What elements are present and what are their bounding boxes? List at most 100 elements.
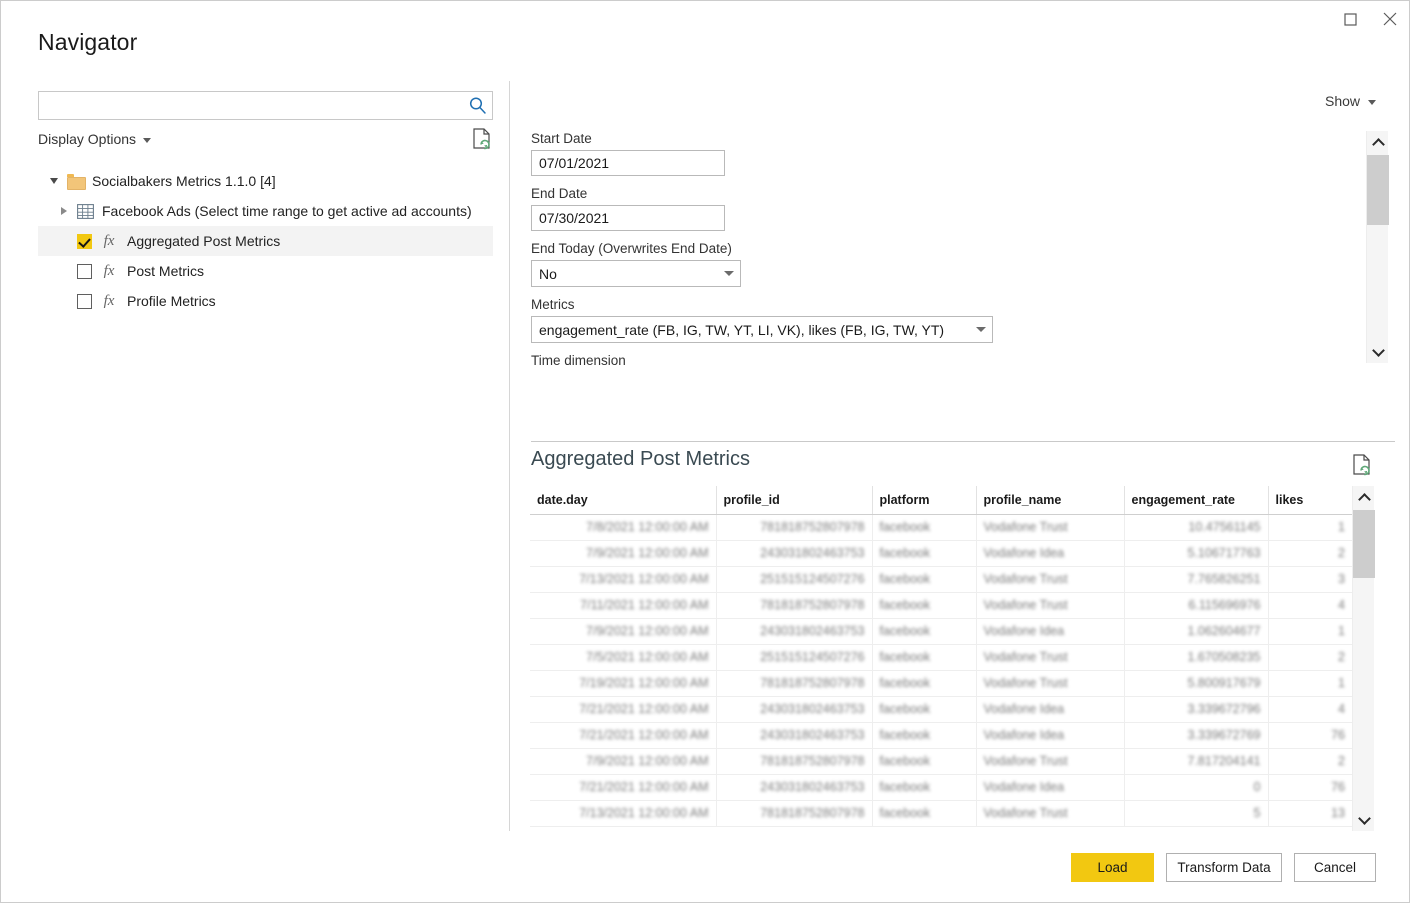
table-cell: 4 xyxy=(1268,696,1352,723)
chevron-down-icon xyxy=(718,271,740,276)
table-row[interactable]: 7/5/2021 12:00:00 AM 251515124507276 faceb… xyxy=(530,644,1352,671)
column-header-likes[interactable]: likes xyxy=(1268,486,1352,515)
table-cell: facebook xyxy=(872,618,977,645)
end-date-group: End Date xyxy=(531,186,1367,231)
table-cell: 781818752807978 xyxy=(716,592,873,619)
parameters-form: Start Date End Date End Today (Overwrite… xyxy=(531,131,1367,371)
scroll-up-button[interactable] xyxy=(1367,131,1389,153)
table-cell: 0 xyxy=(1124,774,1269,801)
preview-table-body: 7/8/2021 12:00:00 AM 781818752807978 faceb… xyxy=(530,514,1352,827)
table-cell: 1.062604677 xyxy=(1124,618,1269,645)
preview-refresh-document-icon[interactable] xyxy=(1351,453,1373,477)
table-row[interactable]: 7/8/2021 12:00:00 AM 781818752807978 faceb… xyxy=(530,514,1352,541)
chevron-collapsed-icon[interactable] xyxy=(56,203,72,219)
maximize-icon xyxy=(1343,12,1357,26)
table-cell: 243031802463753 xyxy=(716,774,873,801)
start-date-group: Start Date xyxy=(531,131,1367,176)
tree-item-aggregated-post-metrics[interactable]: fx Aggregated Post Metrics xyxy=(38,226,493,256)
start-date-label: Start Date xyxy=(531,131,592,146)
tree-item-facebook-ads[interactable]: Facebook Ads (Select time range to get a… xyxy=(38,196,493,226)
cancel-button[interactable]: Cancel xyxy=(1294,853,1376,882)
table-cell: Vodafone Trust xyxy=(976,592,1125,619)
metrics-value: engagement_rate (FB, IG, TW, YT, LI, VK)… xyxy=(539,321,945,338)
tree-item-post-metrics[interactable]: fx Post Metrics xyxy=(38,256,493,286)
table-cell: 781818752807978 xyxy=(716,800,873,827)
tree-item-label: Profile Metrics xyxy=(127,293,216,309)
end-today-select[interactable]: No xyxy=(531,260,741,287)
tree-item-profile-metrics[interactable]: fx Profile Metrics xyxy=(38,286,493,316)
table-grid-icon xyxy=(77,203,94,219)
table-row[interactable]: 7/11/2021 12:00:00 AM 781818752807978 face… xyxy=(530,592,1352,619)
column-header-date-day[interactable]: date.day xyxy=(530,486,717,515)
metrics-select[interactable]: engagement_rate (FB, IG, TW, YT, LI, VK)… xyxy=(531,316,993,343)
refresh-document-icon[interactable] xyxy=(471,127,493,151)
table-cell: 2 xyxy=(1268,748,1352,775)
table-row[interactable]: 7/9/2021 12:00:00 AM 781818752807978 faceb… xyxy=(530,748,1352,775)
end-date-input[interactable] xyxy=(531,205,725,231)
table-row[interactable]: 7/13/2021 12:00:00 AM 251515124507276 face… xyxy=(530,566,1352,593)
checkbox-aggregated-post-metrics[interactable] xyxy=(77,233,92,249)
column-header-profile-id[interactable]: profile_id xyxy=(716,486,873,515)
left-panel: Display Options Socialbakers Metrics 1.1… xyxy=(1,73,509,833)
checkbox-post-metrics[interactable] xyxy=(77,263,92,279)
table-row[interactable]: 7/21/2021 12:00:00 AM 243031802463753 face… xyxy=(530,722,1352,749)
close-button[interactable] xyxy=(1373,5,1407,33)
parameters-scrollbar[interactable] xyxy=(1366,131,1389,363)
table-cell: Vodafone Trust xyxy=(976,566,1125,593)
search-icon[interactable] xyxy=(462,92,492,119)
table-cell: Vodafone Trust xyxy=(976,514,1125,541)
table-row[interactable]: 7/19/2021 12:00:00 AM 781818752807978 face… xyxy=(530,670,1352,697)
load-button[interactable]: Load xyxy=(1071,853,1154,882)
table-cell: 5 xyxy=(1124,800,1269,827)
maximize-button[interactable] xyxy=(1333,5,1367,33)
scrollbar-thumb[interactable] xyxy=(1353,510,1375,578)
scrollbar-thumb[interactable] xyxy=(1367,155,1389,225)
fx-icon: fx xyxy=(103,262,115,279)
page-title: Navigator xyxy=(38,29,138,55)
table-cell: 13 xyxy=(1268,800,1352,827)
table-cell: 7/21/2021 12:00:00 AM xyxy=(530,722,717,749)
table-cell: facebook xyxy=(872,566,977,593)
table-row[interactable]: 7/21/2021 12:00:00 AM 243031802463753 face… xyxy=(530,774,1352,801)
table-cell: facebook xyxy=(872,748,977,775)
table-row[interactable]: 7/9/2021 12:00:00 AM 243031802463753 faceb… xyxy=(530,618,1352,645)
table-cell: 3.339672796 xyxy=(1124,696,1269,723)
column-header-profile-name[interactable]: profile_name xyxy=(976,486,1125,515)
table-cell: 76 xyxy=(1268,774,1352,801)
table-cell: 781818752807978 xyxy=(716,670,873,697)
table-cell: 2 xyxy=(1268,540,1352,567)
scroll-down-button[interactable] xyxy=(1353,809,1375,831)
table-row[interactable]: 7/13/2021 12:00:00 AM 781818752807978 face… xyxy=(530,800,1352,827)
checkbox-profile-metrics[interactable] xyxy=(77,293,92,309)
navigator-tree: Socialbakers Metrics 1.1.0 [4] Facebook … xyxy=(38,166,493,316)
table-cell: 7.765826251 xyxy=(1124,566,1269,593)
table-row[interactable]: 7/9/2021 12:00:00 AM 243031802463753 faceb… xyxy=(530,540,1352,567)
tree-item-label: Aggregated Post Metrics xyxy=(127,233,281,249)
transform-data-button[interactable]: Transform Data xyxy=(1166,853,1282,882)
table-cell: 251515124507276 xyxy=(716,566,873,593)
end-today-value: No xyxy=(539,265,557,282)
scroll-up-button[interactable] xyxy=(1353,486,1375,508)
table-cell: 1.670508235 xyxy=(1124,644,1269,671)
column-header-platform[interactable]: platform xyxy=(872,486,977,515)
scroll-down-button[interactable] xyxy=(1367,341,1389,363)
preview-table-scrollbar[interactable] xyxy=(1352,486,1375,831)
chevron-expanded-icon[interactable] xyxy=(46,173,62,189)
table-row[interactable]: 7/21/2021 12:00:00 AM 243031802463753 face… xyxy=(530,696,1352,723)
fx-icon: fx xyxy=(103,232,115,249)
show-dropdown[interactable]: Show xyxy=(1325,93,1377,109)
right-panel: Show Start Date End Date End Today (Over… xyxy=(510,73,1409,833)
start-date-input[interactable] xyxy=(531,150,725,176)
table-cell: 5.800917679 xyxy=(1124,670,1269,697)
table-cell: 7/13/2021 12:00:00 AM xyxy=(530,566,717,593)
table-cell: facebook xyxy=(872,696,977,723)
table-cell: Vodafone Idea xyxy=(976,774,1125,801)
column-header-engagement-rate[interactable]: engagement_rate xyxy=(1124,486,1269,515)
search-box[interactable] xyxy=(38,91,493,120)
search-input[interactable] xyxy=(39,92,462,119)
table-cell: Vodafone Trust xyxy=(976,644,1125,671)
display-options-dropdown[interactable]: Display Options xyxy=(38,131,152,147)
tree-item-socialbakers-metrics[interactable]: Socialbakers Metrics 1.1.0 [4] xyxy=(38,166,493,196)
table-cell: 10.47561145 xyxy=(1124,514,1269,541)
